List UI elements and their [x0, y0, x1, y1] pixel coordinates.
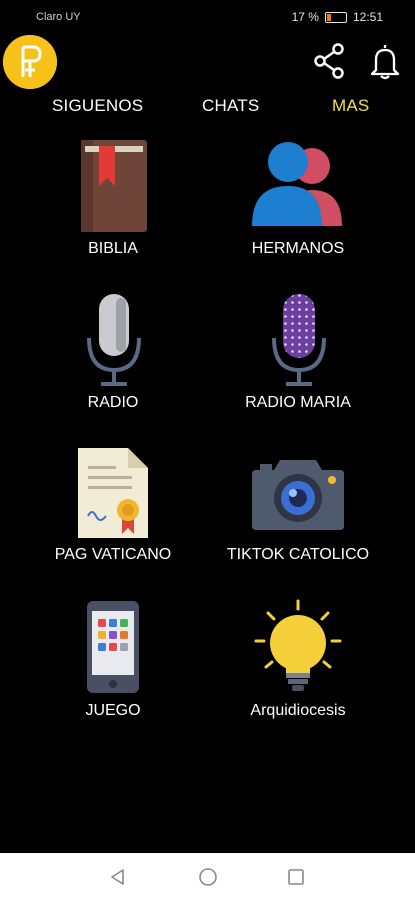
battery-icon [324, 11, 347, 23]
tile-label: JUEGO [85, 702, 141, 719]
purple-microphone-icon [268, 292, 328, 391]
tab-chats[interactable]: CHATS [202, 96, 259, 116]
microphone-icon [83, 292, 143, 391]
tile-biblia[interactable]: BIBLIA [13, 134, 213, 284]
tile-radio-maria[interactable]: RADIO MARIA [198, 288, 398, 438]
tab-mas[interactable]: MAS [332, 96, 369, 116]
status-bar: Claro UY 17 % 12:51 [0, 0, 415, 34]
clock: 12:51 [352, 10, 383, 24]
share-icon [314, 43, 344, 79]
certificate-icon [76, 446, 150, 545]
home-icon [199, 868, 217, 886]
tile-label: Arquidiocesis [250, 702, 346, 719]
home-button[interactable] [198, 867, 218, 887]
tile-label: PAG VATICANO [54, 546, 172, 563]
carrier-label: Claro UY [36, 11, 81, 23]
camera-icon [250, 454, 346, 537]
tab-siguenos[interactable]: SIGUENOS [52, 96, 143, 116]
tile-label: RADIO [87, 394, 139, 411]
tile-hermanos[interactable]: HERMANOS [198, 134, 398, 284]
tab-bar: SIGUENOS CHATS MAS [0, 96, 415, 124]
smartphone-icon [85, 599, 141, 700]
bible-icon [77, 138, 149, 239]
tile-label: TIKTOK CATOLICO [226, 546, 370, 563]
tile-label: HERMANOS [251, 240, 345, 257]
tile-arquidiocesis[interactable]: Arquidiocesis [198, 597, 398, 747]
tile-label: BIBLIA [88, 240, 138, 257]
tile-tiktok-catolico[interactable]: TIKTOK CATOLICO [198, 442, 398, 592]
people-icon [250, 140, 346, 233]
battery-percent: 17 % [291, 10, 319, 24]
tile-radio[interactable]: RADIO [13, 288, 213, 438]
system-nav-bar [0, 853, 415, 900]
share-button[interactable] [312, 42, 348, 80]
recents-icon [288, 869, 304, 885]
back-button[interactable] [108, 867, 128, 887]
logo-icon [3, 35, 57, 89]
status-right: 17 % 12:51 [292, 10, 383, 24]
lightbulb-icon [250, 597, 346, 700]
recents-button[interactable] [286, 867, 306, 887]
bell-icon [370, 45, 400, 80]
notifications-button[interactable] [367, 42, 403, 80]
tile-pag-vaticano[interactable]: PAG VATICANO [13, 442, 213, 592]
back-icon [111, 869, 124, 885]
tile-label: RADIO MARIA [245, 394, 351, 411]
tile-juego[interactable]: JUEGO [13, 597, 213, 747]
app-logo[interactable] [3, 35, 57, 89]
